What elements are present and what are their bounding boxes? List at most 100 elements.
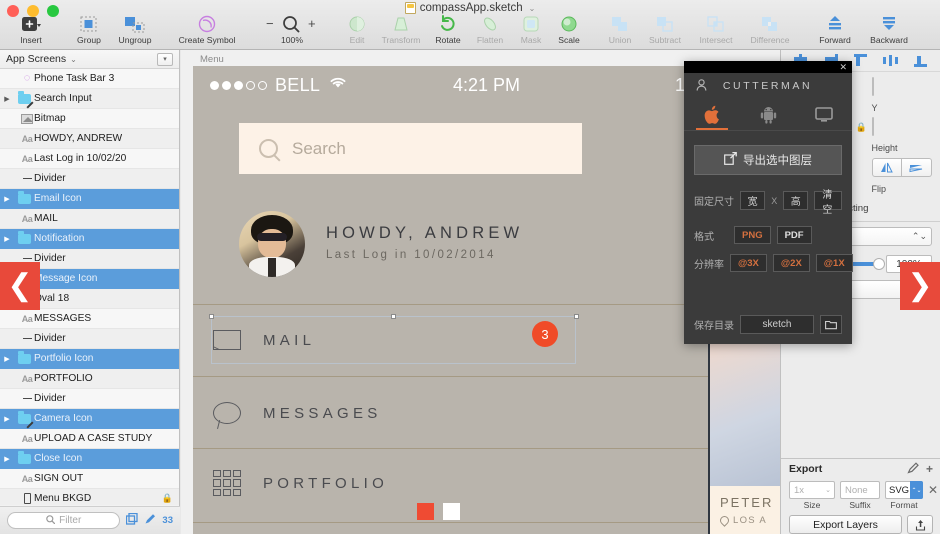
pencil-icon[interactable]	[144, 513, 156, 528]
layer-row[interactable]: ▶ Camera Icon	[0, 409, 179, 429]
resolution-2x-button[interactable]: @2X	[772, 254, 810, 272]
layer-name: Portfolio Icon	[34, 353, 94, 364]
selection-handle[interactable]	[574, 314, 579, 319]
layer-row[interactable]: Aa MESSAGES	[0, 309, 179, 329]
lock-icon[interactable]: 🔒	[162, 493, 173, 504]
layer-row[interactable]: ▶ Email Icon	[0, 189, 179, 209]
page-list-toggle-button[interactable]: ▾	[157, 52, 173, 66]
layer-row[interactable]: ▶ Close Icon	[0, 449, 179, 469]
disclosure-triangle-icon[interactable]: ▶	[0, 195, 14, 203]
layer-row[interactable]: ▶ Portfolio Icon	[0, 349, 179, 369]
toolbar-mirror-button[interactable]: Mirror	[930, 13, 940, 45]
layer-row[interactable]: Aa Last Log in 10/02/20	[0, 149, 179, 169]
export-suffix-input[interactable]: None	[840, 481, 880, 499]
flip-vertical-button[interactable]	[902, 158, 932, 177]
duplicate-layers-icon[interactable]	[126, 512, 139, 528]
toolbar-group-button[interactable]: Group	[66, 13, 112, 45]
lock-proportions-icon[interactable]: 🔒	[856, 122, 867, 133]
transform-icon	[392, 13, 410, 34]
format-png-button[interactable]: PNG	[734, 226, 771, 244]
layer-row[interactable]: Aa MAIL	[0, 209, 179, 229]
layer-row[interactable]: Aa HOWDY, ANDREW	[0, 129, 179, 149]
disclosure-triangle-icon[interactable]: ▶	[0, 95, 14, 103]
y-input[interactable]	[871, 77, 874, 96]
folder-icon[interactable]	[820, 315, 842, 334]
selection-handle[interactable]	[391, 314, 396, 319]
close-icon[interactable]: ✕	[839, 62, 847, 72]
disclosure-triangle-icon[interactable]: ▶	[0, 355, 14, 363]
align-bottom-icon[interactable]	[913, 54, 928, 67]
toolbar-ungroup-button[interactable]: Ungroup	[112, 13, 158, 45]
disclosure-triangle-icon[interactable]: ▶	[0, 455, 14, 463]
toolbar-difference-button[interactable]: Difference	[742, 13, 798, 45]
cutterman-export-button[interactable]: 导出选中图层	[694, 145, 842, 175]
export-format-select[interactable]: SVG ⌃⌄	[885, 481, 923, 499]
tab-apple[interactable]	[684, 99, 740, 130]
user-icon[interactable]	[696, 78, 707, 94]
page-selector-label[interactable]: App Screens	[6, 53, 66, 65]
resolution-1x-button[interactable]: @1X	[815, 254, 853, 272]
edit-export-icon[interactable]	[907, 461, 919, 477]
tab-android[interactable]	[740, 99, 796, 130]
toolbar-union-button[interactable]: Union	[600, 13, 640, 45]
height-input[interactable]	[871, 117, 874, 136]
toolbar-rotate-button[interactable]: Rotate	[428, 13, 468, 45]
disclosure-triangle-icon[interactable]: ▶	[0, 235, 14, 243]
toolbar-scale-button[interactable]: Scale	[550, 13, 588, 45]
toolbar-subtract-button[interactable]: Subtract	[640, 13, 690, 45]
share-export-icon[interactable]	[907, 515, 933, 534]
resolution-3x-button[interactable]: @3X	[730, 254, 767, 272]
export-layers-button[interactable]: Export Layers	[789, 515, 902, 534]
menu-row-portfolio[interactable]: PORTFOLIO	[193, 461, 780, 505]
phone-search-field[interactable]: Search	[239, 123, 582, 174]
align-top-icon[interactable]	[853, 54, 868, 67]
layer-row[interactable]: Divider	[0, 329, 179, 349]
layer-row[interactable]: Bitmap	[0, 109, 179, 129]
disclosure-triangle-icon[interactable]: ▶	[0, 415, 14, 423]
toolbar-create-symbol-button[interactable]: Create Symbol	[170, 13, 244, 45]
chevron-down-icon[interactable]: ⌄	[70, 55, 77, 64]
layer-row[interactable]: Menu BKGD 🔒	[0, 489, 179, 505]
layer-row[interactable]: Aa UPLOAD A CASE STUDY	[0, 429, 179, 449]
toolbar-mask-button[interactable]: Mask	[512, 13, 550, 45]
flip-horizontal-button[interactable]	[871, 158, 903, 177]
layer-row[interactable]: ◌ Phone Task Bar 3	[0, 69, 179, 89]
layer-row[interactable]: Divider	[0, 389, 179, 409]
artboard-label[interactable]: Menu	[200, 54, 224, 65]
toolbar-flatten-button[interactable]: Flatten	[468, 13, 512, 45]
text-icon: Aa	[21, 133, 33, 144]
clear-size-button[interactable]: 清空	[814, 190, 842, 216]
selection-handle[interactable]	[209, 314, 214, 319]
toolbar-forward-button[interactable]: Forward	[810, 13, 860, 45]
chevron-down-icon[interactable]: ⌄	[529, 4, 536, 13]
fixed-width-input[interactable]: 宽	[740, 191, 766, 210]
menu-row-messages[interactable]: MESSAGES	[193, 391, 780, 435]
add-export-icon[interactable]: +	[926, 462, 933, 476]
remove-export-icon[interactable]: ✕	[928, 481, 938, 499]
cutterman-panel[interactable]: ✕ CUTTERMAN 导出选中图层 固定尺寸 宽 X 高 清空 格式 PNG …	[684, 61, 853, 344]
toolbar-insert-button[interactable]: Insert	[8, 13, 54, 45]
layer-row[interactable]: Divider	[0, 169, 179, 189]
toolbar-zoom-control[interactable]: − + 100%	[256, 13, 328, 46]
swatch-red[interactable]	[417, 503, 434, 520]
swatch-white[interactable]	[443, 503, 460, 520]
layer-row[interactable]: Aa PORTFOLIO	[0, 369, 179, 389]
distribute-horizontal-icon[interactable]	[883, 54, 899, 67]
tab-desktop[interactable]	[796, 99, 852, 130]
layer-row[interactable]: Aa SIGN OUT	[0, 469, 179, 489]
divider	[193, 376, 780, 377]
toolbar-intersect-button[interactable]: Intersect	[690, 13, 742, 45]
next-slide-button[interactable]: ❯	[900, 262, 940, 310]
toolbar-edit-button[interactable]: Edit	[340, 13, 374, 45]
toolbar-transform-button[interactable]: Transform	[374, 13, 428, 45]
layer-row[interactable]: ▶ Notification	[0, 229, 179, 249]
prev-slide-button[interactable]: ❮	[0, 262, 40, 310]
format-pdf-button[interactable]: PDF	[776, 226, 812, 244]
save-dir-value[interactable]: sketch	[740, 315, 814, 334]
toolbar-backward-button[interactable]: Backward	[860, 13, 918, 45]
fixed-height-input[interactable]: 高	[783, 191, 809, 210]
layer-row[interactable]: ▶ Search Input	[0, 89, 179, 109]
layer-filter-input[interactable]: Filter	[7, 512, 121, 529]
color-swatches[interactable]	[417, 503, 460, 520]
export-size-select[interactable]: 1x ⌄	[789, 481, 835, 499]
